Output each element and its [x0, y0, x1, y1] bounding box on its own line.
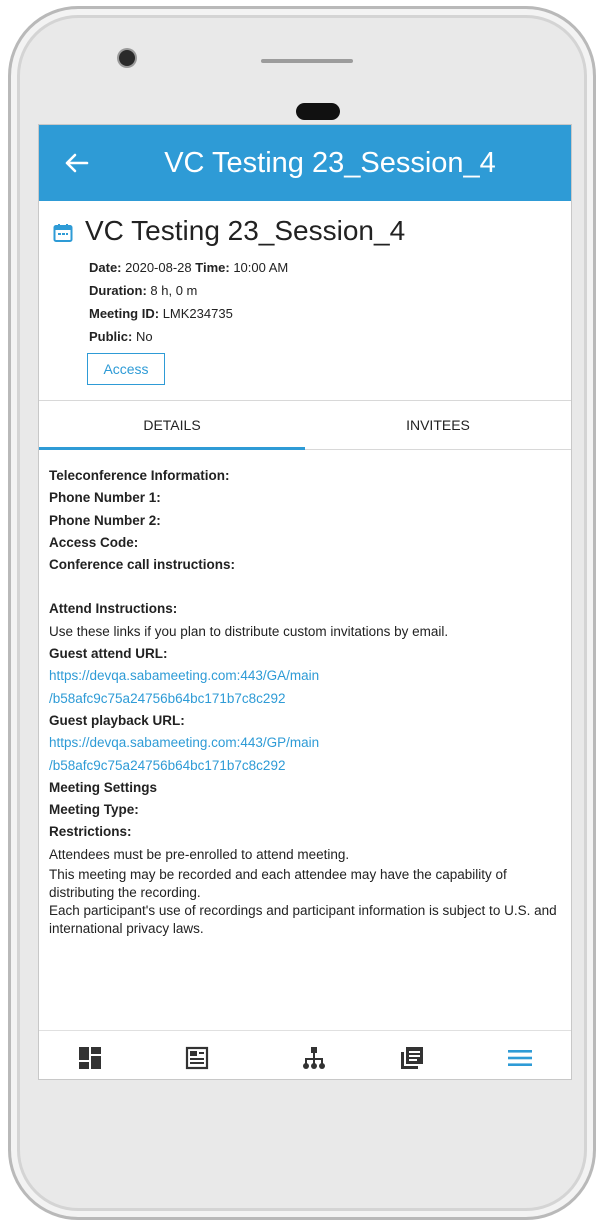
- duration-value: 8 h, 0 m: [150, 283, 198, 298]
- tab-invitees[interactable]: INVITEES: [305, 401, 571, 449]
- public-value: No: [135, 329, 153, 344]
- phone-number-2-label: Phone Number 2:: [49, 512, 161, 528]
- time-label: Time:: [195, 260, 230, 275]
- attend-instructions-heading: Attend Instructions:: [49, 601, 178, 617]
- public-row: Public: No: [89, 329, 153, 344]
- time-value: 10:00 AM: [233, 260, 289, 275]
- app-bar-title: VC Testing 23_Session_4: [164, 147, 496, 179]
- guest-playback-url-label: Guest playback URL:: [49, 712, 185, 728]
- guest-playback-url-link[interactable]: https://devqa.sabameeting.com:443/GP/mai…: [49, 732, 564, 777]
- guest-playback-url-line-2: /b58afc9c75a24756b64bc171b7c8c292: [49, 757, 286, 773]
- tab-bar: DETAILS INVITEES: [39, 400, 571, 450]
- calendar-icon: [53, 223, 73, 243]
- restriction-text-2: This meeting may be recorded and each at…: [49, 867, 507, 901]
- duration-row: Duration: 8 h, 0 m: [89, 283, 197, 298]
- attend-instructions-text: Use these links if you plan to distribut…: [49, 623, 449, 639]
- front-camera: [119, 50, 135, 66]
- teleconference-info-heading: Teleconference Information:: [49, 468, 230, 483]
- restrictions-label: Restrictions:: [49, 824, 132, 840]
- top-speaker-grille: [261, 59, 353, 63]
- menu-icon[interactable]: [507, 1045, 533, 1071]
- meeting-header: VC Testing 23_Session_4 Date: 2020-08-28…: [39, 201, 571, 400]
- conference-instructions-label: Conference call instructions:: [49, 557, 236, 573]
- restriction-text-1: Attendees must be pre-enrolled to attend…: [49, 846, 350, 862]
- duration-label: Duration:: [89, 283, 147, 298]
- active-tab-indicator: [39, 447, 305, 450]
- tab-details[interactable]: DETAILS: [39, 401, 305, 449]
- access-code-label: Access Code:: [49, 534, 139, 550]
- meeting-id-label: Meeting ID:: [89, 306, 160, 321]
- org-chart-icon[interactable]: [301, 1045, 327, 1071]
- meeting-type-label: Meeting Type:: [49, 802, 139, 818]
- meeting-settings-heading: Meeting Settings: [49, 779, 158, 795]
- guest-attend-url-line-2: /b58afc9c75a24756b64bc171b7c8c292: [49, 690, 286, 706]
- date-time-row: Date: 2020-08-28 Time: 10:00 AM: [89, 260, 288, 275]
- meeting-id-value: LMK234735: [162, 306, 233, 321]
- date-label: Date:: [89, 260, 122, 275]
- back-arrow-icon[interactable]: [57, 143, 97, 183]
- app-screen: VC Testing 23_Session_4 VC Testing 23_Se…: [38, 124, 572, 1080]
- details-content: Teleconference Information: Phone Number…: [49, 465, 564, 938]
- guest-playback-url-line-1: https://devqa.sabameeting.com:443/GP/mai…: [49, 735, 320, 751]
- public-label: Public:: [89, 329, 133, 344]
- meeting-title: VC Testing 23_Session_4: [85, 215, 406, 246]
- library-icon[interactable]: [399, 1045, 425, 1071]
- catalog-icon[interactable]: [184, 1045, 210, 1071]
- app-bar: VC Testing 23_Session_4: [39, 125, 571, 201]
- guest-attend-url-line-1: https://devqa.sabameeting.com:443/GA/mai…: [49, 668, 320, 684]
- restriction-text-3: Each participant's use of recordings and…: [49, 903, 557, 937]
- dashboard-icon[interactable]: [77, 1045, 103, 1071]
- access-button[interactable]: Access: [87, 353, 165, 385]
- meeting-id-row: Meeting ID: LMK234735: [89, 306, 233, 321]
- guest-attend-url-label: Guest attend URL:: [49, 646, 168, 662]
- date-value: 2020-08-28: [125, 260, 192, 275]
- earpiece: [296, 103, 340, 120]
- phone-number-1-label: Phone Number 1:: [49, 490, 161, 506]
- guest-attend-url-link[interactable]: https://devqa.sabameeting.com:443/GA/mai…: [49, 665, 564, 710]
- bottom-navigation: [39, 1030, 571, 1079]
